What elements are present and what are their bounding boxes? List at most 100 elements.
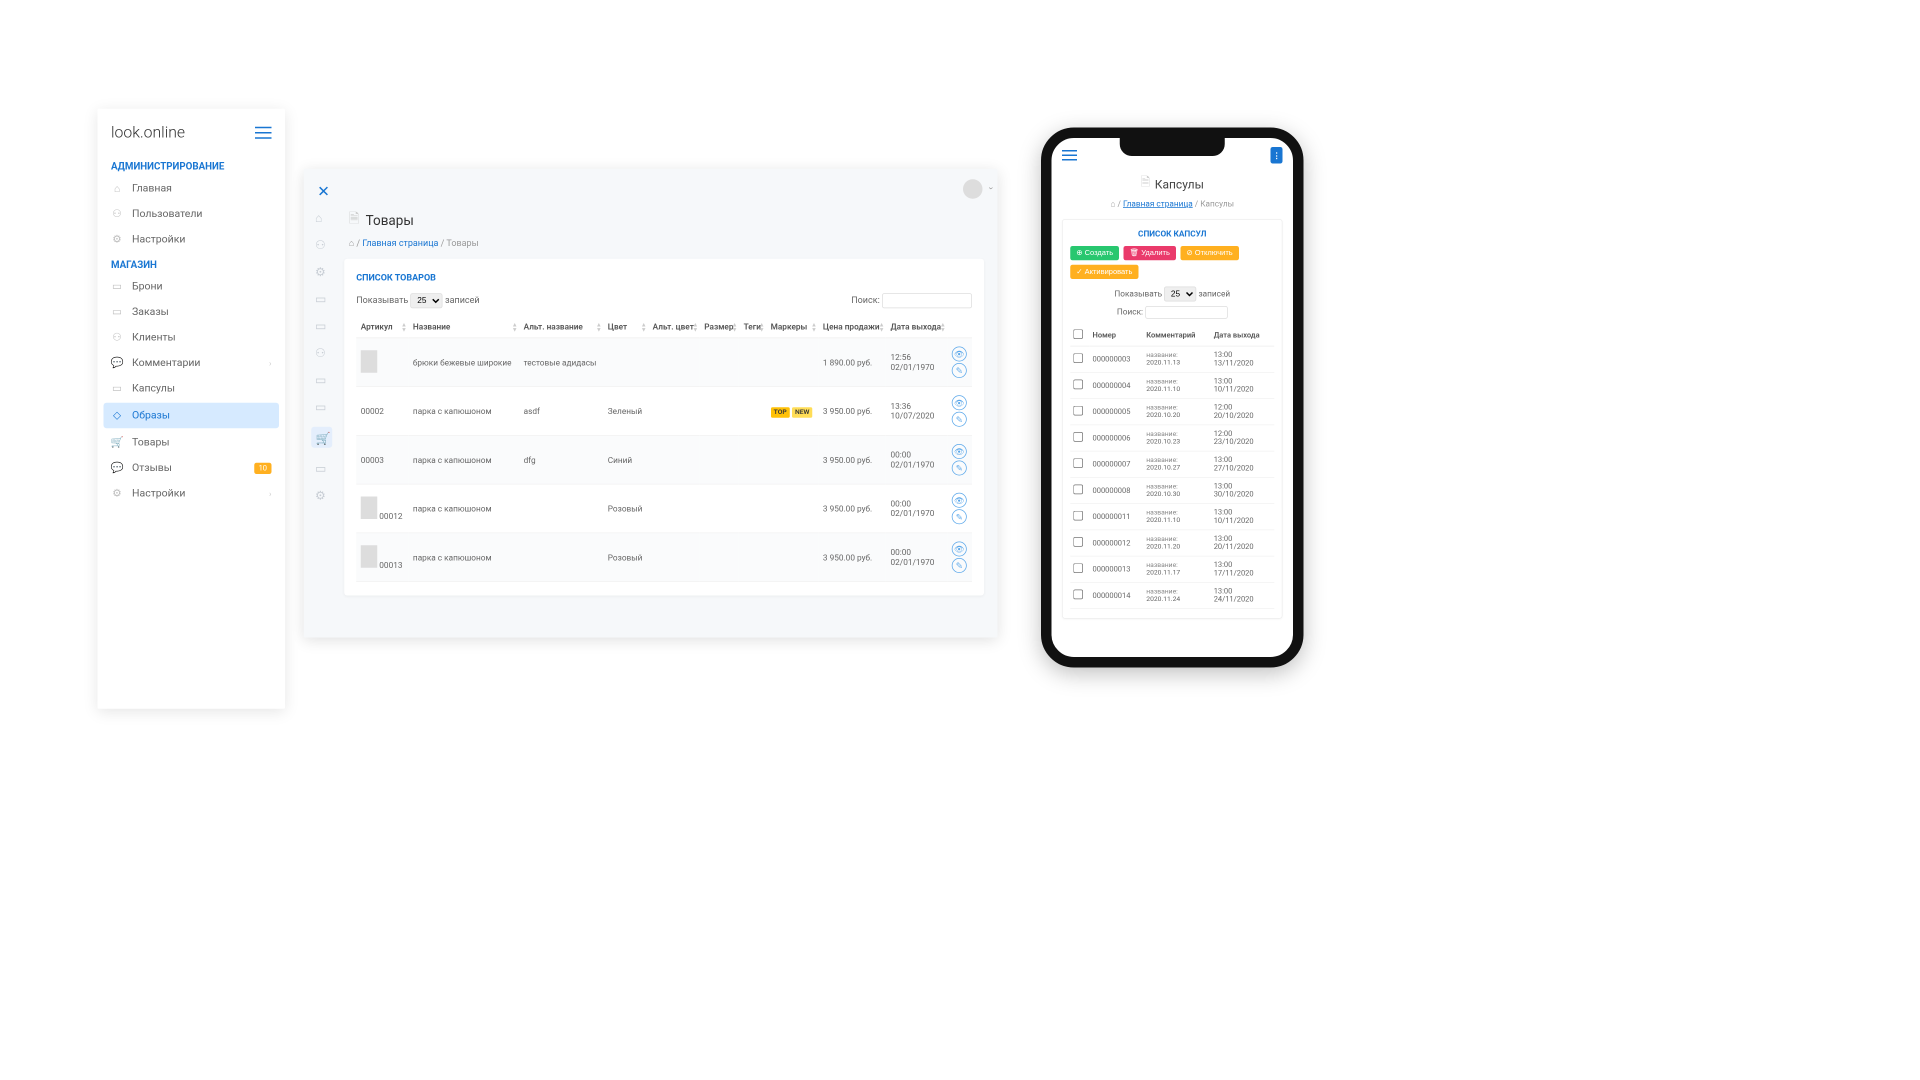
mobile-home-icon[interactable]: ⌂: [1111, 199, 1116, 209]
select-all-checkbox[interactable]: [1073, 329, 1083, 339]
row-checkbox[interactable]: [1073, 406, 1083, 416]
row-checkbox[interactable]: [1073, 380, 1083, 390]
create-button[interactable]: ⊕ Создать: [1070, 246, 1119, 260]
sidebar-item-Брони[interactable]: ▭ Брони: [98, 274, 286, 300]
cell-price: 3 950.00 руб.: [818, 387, 886, 436]
mini-gear-icon[interactable]: ⚙: [315, 265, 329, 279]
section-shop-title: МАГАЗИН: [98, 252, 286, 274]
mini-chat2-icon[interactable]: ▭: [315, 461, 329, 475]
view-button[interactable]: 👁: [952, 347, 967, 362]
home-icon[interactable]: ⌂: [349, 238, 354, 249]
col-number[interactable]: Номер: [1090, 325, 1144, 346]
col-Теги[interactable]: Теги▲▼: [739, 316, 766, 338]
diamond-icon: ◇: [111, 410, 123, 422]
capsules-table: Номер Комментарий Дата выхода 000000003 …: [1070, 325, 1274, 609]
mini-users-icon[interactable]: ⚇: [315, 238, 329, 252]
row-checkbox[interactable]: [1073, 485, 1083, 495]
cell-size: [700, 533, 739, 582]
menu-toggle-button[interactable]: [255, 127, 272, 139]
mini-box-icon[interactable]: ▭: [315, 400, 329, 414]
view-button[interactable]: 👁: [952, 493, 967, 508]
gear-icon: ⚙: [111, 233, 123, 245]
col-date[interactable]: Дата выхода: [1211, 325, 1275, 346]
edit-button[interactable]: ✎: [952, 509, 967, 524]
col-Артикул[interactable]: Артикул▲▼: [356, 316, 408, 338]
delete-button[interactable]: 🗑 Удалить: [1124, 246, 1176, 260]
cell-comment: название:2020.11.13: [1143, 346, 1210, 372]
page-size-select[interactable]: 25: [411, 293, 443, 308]
cell-comment: название:2020.11.17: [1143, 556, 1210, 582]
col-Маркеры[interactable]: Маркеры▲▼: [766, 316, 818, 338]
col-Альт. название[interactable]: Альт. название▲▼: [519, 316, 603, 338]
user-avatar-menu[interactable]: [963, 179, 983, 199]
m-show-post: записей: [1198, 289, 1230, 299]
col-Дата выхода[interactable]: Дата выхода▲▼: [886, 316, 947, 338]
cell-tags: [739, 435, 766, 484]
edit-button[interactable]: ✎: [952, 412, 967, 427]
sidebar-item-Настройки[interactable]: ⚙ Настройки›: [98, 481, 286, 507]
row-checkbox[interactable]: [1073, 458, 1083, 468]
mini-chat-icon[interactable]: ▭: [315, 373, 329, 387]
sidebar-item-Отзывы[interactable]: 💬 Отзывы10: [98, 455, 286, 481]
mobile-crumb-home[interactable]: Главная страница: [1123, 199, 1193, 209]
cell-size: [700, 484, 739, 533]
mini-users2-icon[interactable]: ⚇: [315, 346, 329, 360]
table-row: 000000005 название:2020.10.20 12:0020/10…: [1070, 399, 1274, 425]
cell-altname: [519, 484, 603, 533]
table-row: 00003 парка с капюшоном dfg Синий 3 950.…: [356, 435, 972, 484]
edit-button[interactable]: ✎: [952, 558, 967, 573]
mobile-page-size-select[interactable]: 25: [1164, 287, 1196, 302]
sidebar-item-Комментарии[interactable]: 💬 Комментарии›: [98, 350, 286, 376]
edit-button[interactable]: ✎: [952, 363, 967, 378]
sidebar-item-Настройки[interactable]: ⚙ Настройки: [98, 227, 286, 253]
table-row: брюки бежевые широкие тестовые адидасы 1…: [356, 338, 972, 387]
col-Альт. цвет[interactable]: Альт. цвет▲▼: [648, 316, 700, 338]
cell-comment: название:2020.11.10: [1143, 372, 1210, 398]
view-button[interactable]: 👁: [952, 395, 967, 410]
sidebar-item-Капсулы[interactable]: ▭ Капсулы: [98, 376, 286, 402]
mini-gear2-icon[interactable]: ⚙: [315, 488, 329, 502]
col-Цена продажи[interactable]: Цена продажи▲▼: [818, 316, 886, 338]
mobile-card-title: СПИСОК КАПСУЛ: [1070, 229, 1274, 239]
mini-cart-icon[interactable]: 🛒: [311, 427, 332, 448]
cell-color: Розовый: [603, 484, 648, 533]
sidebar-item-Клиенты[interactable]: ⚇ Клиенты: [98, 325, 286, 351]
row-checkbox[interactable]: [1073, 590, 1083, 600]
sidebar-item-Образы[interactable]: ◇ Образы: [104, 403, 280, 429]
search-input[interactable]: [882, 293, 972, 308]
mini-doc-icon[interactable]: ▭: [315, 319, 329, 333]
col-Название[interactable]: Название▲▼: [408, 316, 519, 338]
breadcrumb-home-link[interactable]: Главная страница: [362, 238, 438, 249]
disable-button[interactable]: ⊘ Отключить: [1180, 246, 1238, 260]
row-checkbox[interactable]: [1073, 563, 1083, 573]
mini-book-icon[interactable]: ▭: [315, 292, 329, 306]
col-comment[interactable]: Комментарий: [1143, 325, 1210, 346]
mobile-search-input[interactable]: [1145, 306, 1228, 319]
mobile-info-button[interactable]: ⋮: [1271, 147, 1283, 164]
sidebar-item-Заказы[interactable]: ▭ Заказы: [98, 299, 286, 325]
row-checkbox[interactable]: [1073, 353, 1083, 363]
cell-comment: название:2020.10.23: [1143, 425, 1210, 451]
mobile-menu-button[interactable]: [1062, 150, 1077, 161]
cell-name: парка с капюшоном: [408, 484, 519, 533]
sidebar-item-Товары[interactable]: 🛒 Товары: [98, 430, 286, 456]
cell-comment: название:2020.10.27: [1143, 451, 1210, 477]
row-checkbox[interactable]: [1073, 511, 1083, 521]
sidebar-item-Главная[interactable]: ⌂ Главная: [98, 176, 286, 202]
cell-number: 000000007: [1090, 451, 1144, 477]
cell-date: 12:0020/10/2020: [1211, 399, 1275, 425]
cell-altname: dfg: [519, 435, 603, 484]
view-button[interactable]: 👁: [952, 444, 967, 459]
cell-number: 000000003: [1090, 346, 1144, 372]
view-button[interactable]: 👁: [952, 542, 967, 557]
cell-comment: название:2020.11.24: [1143, 582, 1210, 608]
activate-button[interactable]: ✓ Активировать: [1070, 265, 1138, 279]
row-checkbox[interactable]: [1073, 537, 1083, 547]
col-Размер[interactable]: Размер▲▼: [700, 316, 739, 338]
col-Цвет[interactable]: Цвет▲▼: [603, 316, 648, 338]
close-button[interactable]: ✕: [317, 182, 330, 200]
sidebar-item-Пользователи[interactable]: ⚇ Пользователи: [98, 201, 286, 227]
row-checkbox[interactable]: [1073, 432, 1083, 442]
mini-home-icon[interactable]: ⌂: [315, 211, 329, 225]
edit-button[interactable]: ✎: [952, 461, 967, 476]
